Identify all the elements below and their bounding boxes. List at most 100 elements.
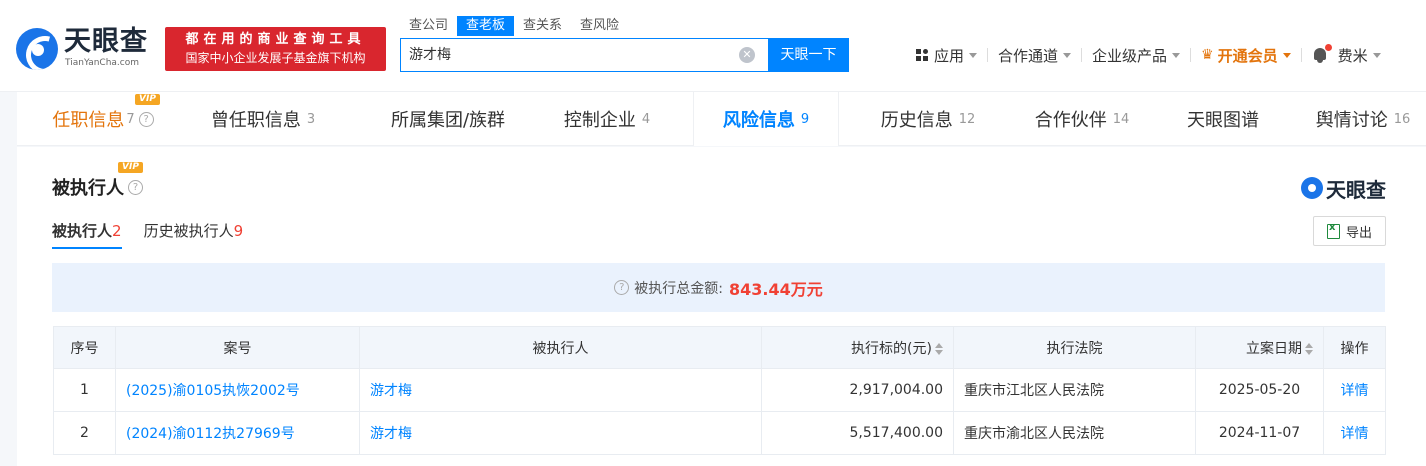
nav-cooperation[interactable]: 合作通道 [998, 45, 1072, 66]
slogan-line-1: 都在用的商业查询工具 [185, 32, 366, 47]
profile-tabs: 任职信息 7 ? VIP 曾任职信息 3 所属集团/族群 控制企业 4 风险信息… [17, 92, 1426, 146]
tab-label: 合作伙伴 [1034, 110, 1107, 131]
logo-mark-icon [16, 28, 58, 70]
col-amount[interactable]: 执行标的(元) [761, 326, 954, 369]
cell-action[interactable]: 详情 [1323, 411, 1386, 455]
cell-case-no[interactable]: (2024)渝0112执27969号 [115, 411, 360, 455]
subtab-count: 9 [233, 222, 244, 240]
cell-amount: 5,517,400.00 [761, 411, 954, 455]
section-title-text: 被执行人 [52, 178, 124, 199]
cell-court: 重庆市江北区人民法院 [953, 368, 1196, 412]
chevron-down-icon [1372, 52, 1381, 58]
tab-label: 天眼图谱 [1187, 110, 1259, 131]
excel-icon [1326, 222, 1340, 239]
tab-partners[interactable]: 合作伙伴 14 [1019, 92, 1145, 146]
table-row: 1 (2025)渝0105执恢2002号 游才梅 2,917,004.00 重庆… [53, 368, 1386, 412]
person-link[interactable]: 游才梅 [370, 383, 412, 399]
nav-vip[interactable]: ♛ 开通会员 [1201, 45, 1291, 66]
nav-enterprise[interactable]: 企业级产品 [1092, 45, 1181, 66]
nav-user[interactable]: 费米 [1338, 45, 1381, 66]
help-icon[interactable]: ? [128, 179, 143, 195]
case-no-link[interactable]: (2024)渝0112执27969号 [126, 426, 295, 442]
search-box: ✕ [400, 38, 768, 72]
cell-person[interactable]: 游才梅 [359, 368, 762, 412]
search-tab-boss[interactable]: 查老板 [457, 16, 515, 36]
table-header-row: 序号 案号 被执行人 执行标的(元) 执行法院 立案日期 操作 [53, 326, 1386, 369]
search-tab-risk[interactable]: 查风险 [571, 16, 628, 36]
divider [1300, 48, 1302, 62]
tab-history[interactable]: 历史信息 12 [865, 92, 991, 146]
vip-badge: VIP [135, 94, 160, 105]
logo-text: 天眼查 [64, 26, 148, 57]
search-input[interactable] [409, 46, 729, 62]
user-name: 费米 [1337, 46, 1368, 65]
help-icon[interactable]: ? [138, 111, 154, 127]
help-icon[interactable]: ? [614, 280, 630, 295]
tab-count: 9 [800, 111, 810, 127]
sub-tabs: 被执行人2 历史被执行人9 [52, 220, 265, 250]
logo[interactable]: 天眼查 TianYanCha.com [16, 26, 158, 72]
tab-risk-info[interactable]: 风险信息 9 [693, 92, 839, 146]
subtab-label: 历史被执行人 [143, 222, 234, 240]
search-type-tabs: 查公司 查老板 查关系 查风险 [400, 16, 628, 38]
tab-label: 所属集团/族群 [390, 110, 506, 131]
col-action: 操作 [1323, 326, 1386, 369]
export-button[interactable]: 导出 [1313, 216, 1386, 246]
clear-icon[interactable]: ✕ [739, 47, 755, 63]
logo-mark-icon [1301, 177, 1323, 199]
cell-index: 1 [53, 368, 116, 412]
cell-index: 2 [53, 411, 116, 455]
tab-label: 控制企业 [563, 110, 636, 131]
search-tab-company[interactable]: 查公司 [400, 16, 457, 36]
chevron-down-icon [1172, 52, 1181, 58]
subtab-history-executed[interactable]: 历史被执行人9 [144, 220, 244, 249]
detail-link[interactable]: 详情 [1341, 383, 1369, 399]
tab-count: 3 [306, 111, 316, 127]
tab-label: 舆情讨论 [1315, 110, 1388, 131]
table-row: 2 (2024)渝0112执27969号 游才梅 5,517,400.00 重庆… [53, 411, 1386, 455]
slogan-line-2: 国家中小企业发展子基金旗下机构 [185, 51, 366, 65]
executed-table: 序号 案号 被执行人 执行标的(元) 执行法院 立案日期 操作 1 (2025)… [53, 326, 1386, 455]
nav-apps[interactable]: 应用 [916, 45, 978, 66]
subtab-executed[interactable]: 被执行人2 [52, 220, 122, 249]
tab-label: 曾任职信息 [210, 110, 301, 131]
slogan-banner[interactable]: 都在用的商业查询工具 国家中小企业发展子基金旗下机构 [165, 27, 386, 71]
executed-person-panel: 被执行人 ? VIP 天眼查 被执行人2 历史被执行人9 导出 ? 被执行总金额… [17, 147, 1426, 466]
tab-controlled-companies[interactable]: 控制企业 4 [539, 92, 675, 146]
grid-icon [916, 48, 929, 62]
logo-subtitle: TianYanCha.com [65, 58, 140, 68]
tab-sentiment[interactable]: 舆情讨论 16 [1305, 92, 1421, 146]
search-button[interactable]: 天眼一下 [768, 38, 849, 72]
cell-date: 2025-05-20 [1195, 368, 1324, 412]
tab-groups[interactable]: 所属集团/族群 [365, 92, 531, 146]
brand-watermark: 天眼查 [1301, 175, 1386, 202]
chevron-down-icon [1282, 52, 1291, 58]
detail-link[interactable]: 详情 [1341, 426, 1369, 442]
section-title: 被执行人 ? VIP [52, 162, 143, 200]
cell-action[interactable]: 详情 [1323, 368, 1386, 412]
sort-icon[interactable] [1305, 342, 1313, 355]
nav-vip-label: 开通会员 [1217, 46, 1278, 65]
tab-past-positions[interactable]: 曾任职信息 3 [195, 92, 331, 146]
cell-case-no[interactable]: (2025)渝0105执恢2002号 [115, 368, 360, 412]
notification-dot [1324, 44, 1332, 51]
nav-notifications[interactable] [1312, 44, 1338, 64]
total-amount-summary: ? 被执行总金额: 843.44万元 [52, 263, 1385, 312]
cell-person[interactable]: 游才梅 [359, 411, 762, 455]
search-tab-relation[interactable]: 查关系 [514, 16, 571, 36]
summary-amount: 843.44万元 [728, 279, 823, 299]
tab-graph[interactable]: 天眼图谱 [1173, 92, 1273, 146]
tab-label: 历史信息 [880, 110, 953, 131]
person-link[interactable]: 游才梅 [370, 426, 412, 442]
export-label: 导出 [1345, 225, 1372, 241]
col-person: 被执行人 [359, 326, 762, 369]
cell-amount: 2,917,004.00 [761, 368, 954, 412]
nav-apps-label: 应用 [934, 46, 965, 65]
subtab-count: 2 [112, 222, 122, 240]
sort-icon[interactable] [935, 342, 943, 355]
col-date[interactable]: 立案日期 [1195, 326, 1324, 369]
tab-count: 14 [1112, 111, 1130, 127]
vip-badge: VIP [118, 162, 143, 173]
case-no-link[interactable]: (2025)渝0105执恢2002号 [126, 383, 300, 399]
tab-current-positions[interactable]: 任职信息 7 ? VIP [43, 92, 163, 146]
